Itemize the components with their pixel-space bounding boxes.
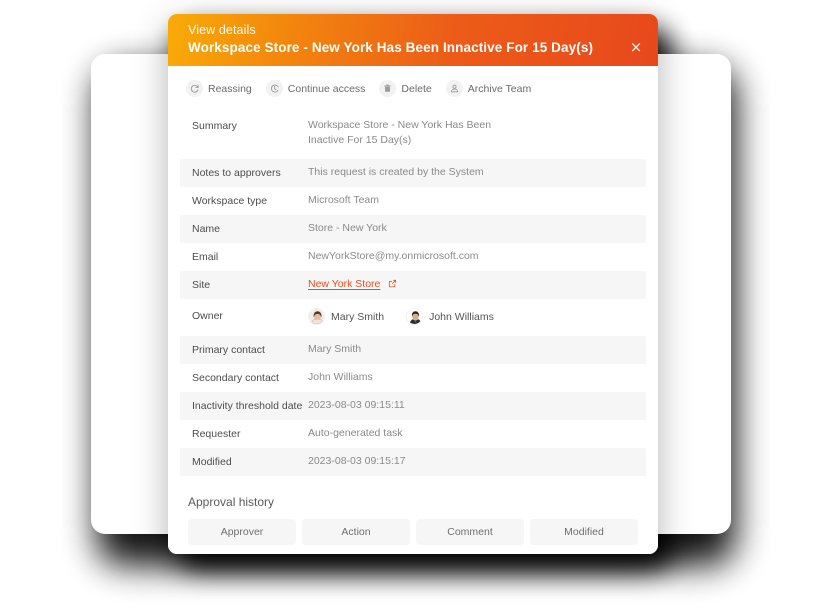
archive-team-button[interactable]: Archive Team	[445, 80, 532, 97]
field-label: Primary contact	[192, 344, 265, 356]
field-value: New York Store	[308, 277, 634, 293]
field-label: Inactivity threshold date	[192, 400, 303, 412]
field-label: Name	[192, 223, 221, 235]
avatar-mary-smith	[308, 308, 325, 325]
owner-chip[interactable]: John Williams	[406, 308, 494, 325]
archive-team-label: Archive Team	[467, 82, 532, 95]
field-row-name: Name Store - New York	[180, 215, 646, 243]
owner-chip[interactable]: Mary Smith	[308, 308, 384, 325]
field-row-notes-to-approvers: Notes to approvers This request is creat…	[180, 159, 646, 187]
field-label: Owner	[192, 310, 223, 322]
action-toolbar: Reassing Continue access Delete Archive …	[168, 66, 658, 109]
field-value: John Williams	[308, 371, 373, 383]
column-header-modified[interactable]: Modified	[530, 519, 638, 545]
field-row-owner: Owner Mary Smith John Williams	[180, 299, 646, 336]
field-value: 2023-08-03 09:15:11	[308, 399, 405, 411]
modal-body: Reassing Continue access Delete Archive …	[168, 66, 658, 554]
owner-name: Mary Smith	[331, 310, 385, 323]
field-row-email: Email NewYorkStore@my.onmicrosoft.com	[180, 243, 646, 271]
close-icon[interactable]: ×	[627, 38, 645, 56]
approval-history-header: Approver Action Comment Modified	[168, 519, 658, 545]
reassign-refresh-icon	[186, 80, 203, 97]
modal-title: Workspace Store - New York Has Been Inna…	[188, 40, 594, 55]
field-label: Secondary contact	[192, 372, 279, 384]
field-label: Summary	[192, 120, 237, 132]
detail-fields: Summary Workspace Store - New York Has B…	[168, 109, 658, 476]
clock-continue-icon	[265, 80, 283, 97]
delete-button[interactable]: Delete	[379, 80, 432, 97]
field-row-modified: Modified 2023-08-03 09:15:17	[180, 448, 646, 476]
avatar-john-williams	[406, 308, 424, 325]
column-header-approver[interactable]: Approver	[188, 519, 296, 545]
field-label: Notes to approvers	[192, 167, 281, 179]
field-value: Auto-generated task	[308, 427, 403, 439]
site-link[interactable]: New York Store	[308, 278, 380, 290]
field-value: Mary Smith	[308, 308, 634, 325]
field-row-requester: Requester Auto-generated task	[180, 420, 646, 448]
field-label: Modified	[192, 456, 232, 468]
approval-history-title: Approval history	[188, 495, 275, 509]
column-header-comment[interactable]: Comment	[416, 519, 524, 545]
continue-access-label: Continue access	[287, 82, 366, 95]
owner-name: John Williams	[429, 310, 494, 323]
screen: View details Workspace Store - New York …	[0, 0, 824, 606]
field-row-site: Site New York Store	[180, 271, 646, 299]
modal-eyebrow: View details	[188, 23, 256, 37]
field-label: Email	[192, 251, 219, 263]
field-value: 2023-08-03 09:15:17	[308, 455, 406, 467]
view-details-modal: View details Workspace Store - New York …	[168, 14, 658, 554]
field-label: Site	[192, 279, 211, 291]
field-row-primary-contact: Primary contact Mary Smith	[180, 336, 646, 364]
field-value: NewYorkStore@my.onmicrosoft.com	[308, 250, 479, 262]
field-label: Workspace type	[192, 195, 268, 207]
field-value: Store - New York	[308, 222, 387, 234]
delete-label: Delete	[401, 82, 432, 95]
owner-list: Mary Smith John Williams	[308, 308, 634, 325]
field-value: This request is created by the System	[308, 166, 484, 178]
trash-icon	[379, 80, 397, 97]
modal-header: View details Workspace Store - New York …	[168, 14, 658, 66]
field-label: Requester	[192, 428, 241, 440]
user-archive-icon	[445, 80, 463, 97]
field-row-summary: Summary Workspace Store - New York Has B…	[180, 109, 646, 159]
field-row-secondary-contact: Secondary contact John Williams	[180, 364, 646, 392]
reassign-button[interactable]: Reassing	[186, 80, 252, 97]
field-value: Microsoft Team	[308, 194, 379, 206]
field-value: Mary Smith	[308, 343, 362, 355]
reassign-label: Reassing	[208, 82, 252, 95]
field-row-inactivity-threshold-date: Inactivity threshold date 2023-08-03 09:…	[180, 392, 646, 420]
field-value: Workspace Store - New York Has Been Inac…	[308, 119, 492, 146]
column-header-action[interactable]: Action	[302, 519, 410, 545]
external-link-icon[interactable]	[388, 278, 397, 293]
field-row-workspace-type: Workspace type Microsoft Team	[180, 187, 646, 215]
continue-access-button[interactable]: Continue access	[265, 80, 366, 97]
